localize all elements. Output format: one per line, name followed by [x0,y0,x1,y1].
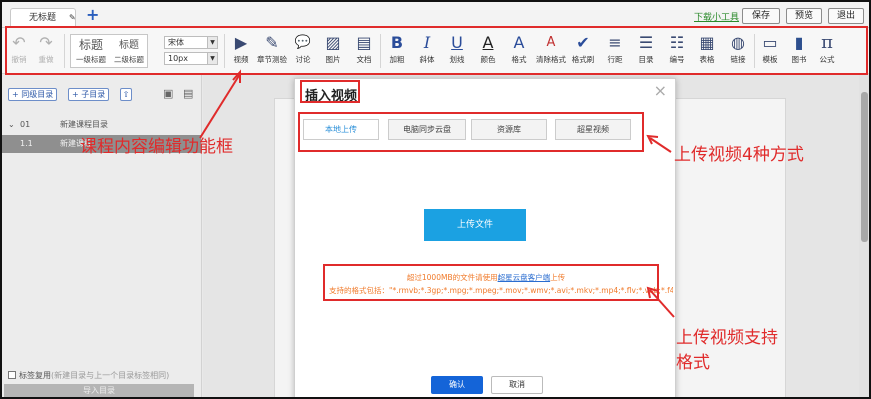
annotation-box-formats [323,264,659,301]
annotation-formats-label-line2: 格式 [676,353,710,373]
chat-icon[interactable]: ▣ [163,87,173,100]
outline-sidebar: + 同级目录 + 子目录 ⇧ ▣ ▤ ⌄ 01 新建课程目录 1.1 新建课程 … [2,74,202,397]
add-sub-level-button[interactable]: + 子目录 [68,88,110,101]
add-same-level-button[interactable]: + 同级目录 [8,88,58,101]
document-tab[interactable]: 无标题 ✎ [10,8,76,28]
editor-window: 无标题 ✎ + 下载小工具 保存 预览 退出 ↶ 撤销 ↷ 重做 标题 一级标题… [0,0,871,399]
annotation-formats-label-line1: 上传视频支持 [676,328,778,348]
annotation-box-tabs [298,112,644,152]
document-tab-title: 无标题 [29,13,57,23]
pencil-icon[interactable]: ✎ [69,9,76,27]
tag-reuse-hint: (新建目录与上一个目录标签相同) [51,371,170,380]
save-button[interactable]: 保存 [742,8,780,24]
tag-reuse-checkbox[interactable]: 标签复用(新建目录与上一个目录标签相同) [8,370,169,381]
outline-row-number: 1.1 [20,139,33,148]
import-outline-button[interactable]: 导入目录 [4,384,194,397]
tab-bar: 无标题 ✎ + 下载小工具 保存 预览 退出 [2,2,869,28]
confirm-button[interactable]: 确认 [431,376,483,394]
tag-reuse-label: 标签复用 [19,371,51,380]
annotation-box-toolbar [5,26,868,75]
move-up-button[interactable]: ⇧ [120,88,132,101]
cancel-button[interactable]: 取消 [491,376,543,394]
add-tab-button[interactable]: + [86,6,99,24]
arrow-up-icon: ⇧ [122,90,130,99]
checkbox-icon[interactable] [8,371,16,379]
list-view-icon[interactable]: ▤ [183,87,193,100]
annotation-tabs-label: 上传视频4种方式 [674,145,804,165]
download-tool-link[interactable]: 下载小工具 [694,10,739,23]
outline-row-title: 新建课程目录 [60,120,108,129]
scrollbar-thumb[interactable] [861,92,868,242]
exit-button[interactable]: 退出 [828,8,864,24]
outline-row-number: 01 [20,120,31,129]
annotation-box-title [300,80,360,103]
collapse-icon[interactable]: ⌄ [8,116,15,134]
outline-row-01[interactable]: ⌄ 01 新建课程目录 [2,116,201,134]
upload-file-button[interactable]: 上传文件 [424,209,526,241]
close-icon[interactable]: × [654,81,667,100]
preview-button[interactable]: 预览 [786,8,822,24]
annotation-toolbar-label: 课程内容编辑功能框 [80,137,233,157]
